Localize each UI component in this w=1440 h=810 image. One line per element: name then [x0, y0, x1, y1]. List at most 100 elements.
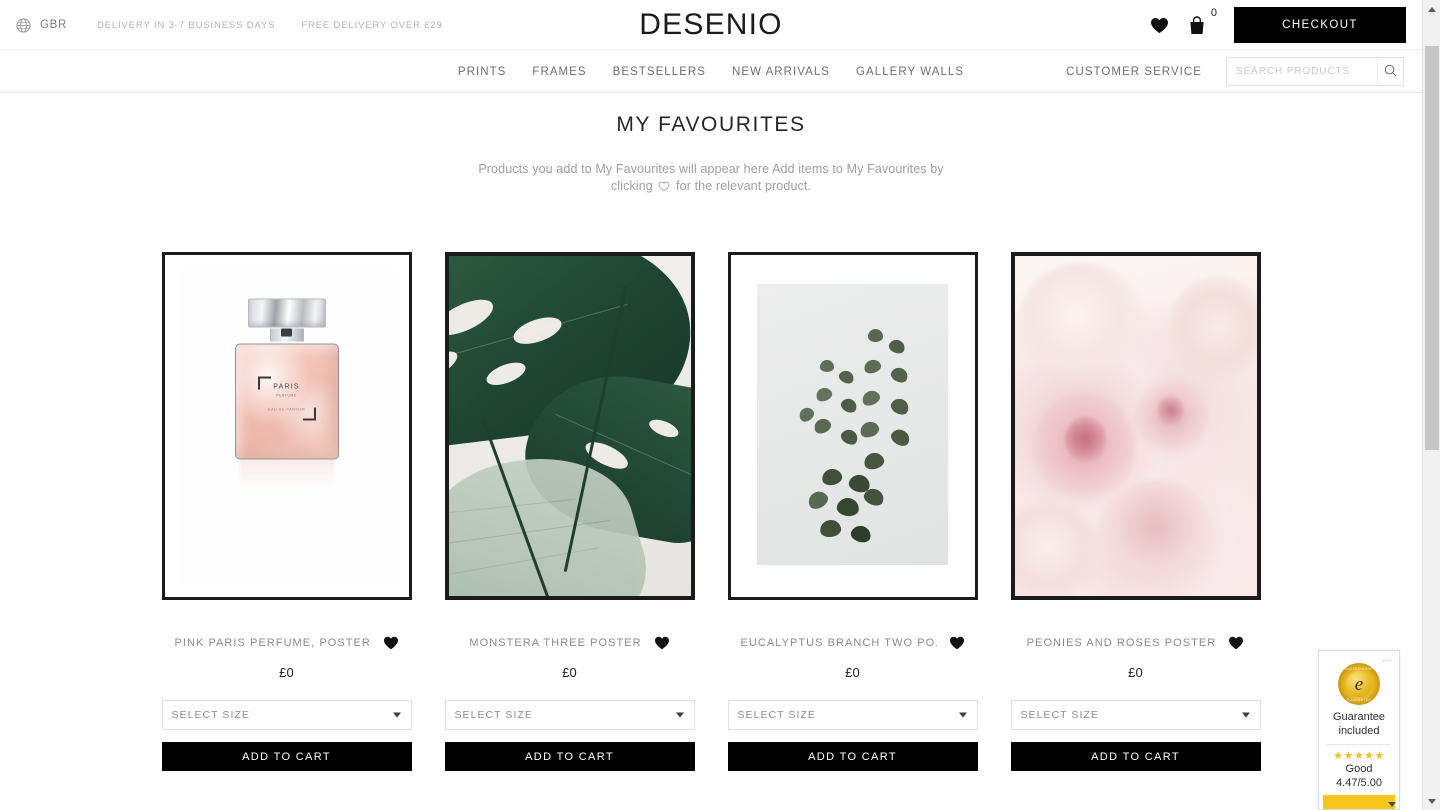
chevron-down-icon: [675, 712, 684, 718]
product-meta: EUCALYPTUS BRANCH TWO PO.. £0 SELECT SIZ…: [727, 635, 978, 771]
perfume-cap: [247, 298, 326, 328]
nav-item-gallery-walls[interactable]: GALLERY WALLS: [856, 66, 964, 78]
triangle-down-icon: [1428, 798, 1436, 804]
eucalyptus-leaf: [888, 365, 911, 386]
search-input[interactable]: [1227, 58, 1377, 85]
eucalyptus-leaf: [838, 396, 860, 416]
search-button[interactable]: [1377, 58, 1403, 85]
size-select[interactable]: SELECT SIZE: [444, 700, 695, 730]
wishlist-icon[interactable]: [1146, 12, 1172, 38]
product-card: EUCALYPTUS BRANCH TWO PO.. £0 SELECT SIZ…: [727, 252, 978, 771]
seal-text-top: TRUSTED SHOPS: [1341, 666, 1377, 671]
add-to-cart-button[interactable]: ADD TO CART: [161, 742, 412, 771]
product-name[interactable]: PINK PARIS PERFUME, POSTER: [175, 637, 371, 649]
rose-center: [1157, 395, 1184, 426]
size-select[interactable]: SELECT SIZE: [161, 700, 412, 730]
favourite-heart-icon[interactable]: [383, 636, 399, 650]
peony-petal: [1014, 500, 1097, 596]
product-name-row: MONSTERA THREE POSTER: [445, 635, 695, 651]
product-meta: PEONIES AND ROSES POSTER £0 SELECT SIZE …: [1010, 635, 1261, 771]
trusted-shops-seal-icon: TRUSTED SHOPS e GUARANTEE: [1338, 663, 1380, 705]
leaf-vein: [448, 547, 600, 576]
product-image-frame[interactable]: [727, 252, 978, 600]
product-card: PEONIES AND ROSES POSTER £0 SELECT SIZE …: [1010, 252, 1261, 771]
eucalyptus-leaf: [819, 359, 834, 372]
product-artwork-eucalyptus-branch-two: [743, 268, 962, 584]
product-name[interactable]: PEONIES AND ROSES POSTER: [1027, 637, 1217, 649]
eucalyptus-leaf: [862, 450, 886, 471]
product-artwork-peonies-and-roses: [1014, 256, 1257, 596]
nav-item-bestsellers[interactable]: BESTSELLERS: [613, 66, 706, 78]
badge-menu-dots-icon[interactable]: ...: [1382, 653, 1393, 663]
eucalyptus-leaf: [805, 487, 832, 512]
perfume-body: PARIS PERFUME EAU DE PARFUM: [234, 343, 339, 460]
scroll-down-button[interactable]: [1423, 792, 1440, 810]
cart-icon[interactable]: 0: [1184, 8, 1217, 38]
badge-guarantee-line2: included: [1338, 725, 1380, 737]
eucalyptus-leaf: [860, 387, 883, 408]
browser-viewport: GBR DELIVERY IN 3-7 BUSINESS DAYS FREE D…: [0, 0, 1440, 810]
add-to-cart-button[interactable]: ADD TO CART: [1010, 742, 1261, 771]
eucalyptus-leaf: [887, 337, 907, 356]
eucalyptus-leaf: [820, 467, 844, 488]
page-header: MY FAVOURITES Products you add to My Fav…: [0, 93, 1422, 196]
eucalyptus-leaf: [818, 518, 842, 539]
add-to-cart-button[interactable]: ADD TO CART: [444, 742, 695, 771]
peony-petal: [1096, 480, 1213, 596]
eucalyptus-leaf: [867, 328, 883, 342]
page-description: Products you add to My Favourites will a…: [471, 161, 951, 196]
size-select-label: SELECT SIZE: [737, 709, 816, 721]
product-name[interactable]: EUCALYPTUS BRANCH TWO PO..: [741, 637, 937, 649]
badge-guarantee-line1: Guarantee: [1333, 711, 1385, 723]
nav-item-frames[interactable]: FRAMES: [532, 66, 586, 78]
peony-petal: [1169, 276, 1257, 379]
perfume-label-line1: PARIS: [273, 383, 300, 391]
badge-collapse-icon[interactable]: [1388, 802, 1396, 807]
main-navigation-bar: PRINTS FRAMES BESTSELLERS NEW ARRIVALS G…: [0, 50, 1422, 93]
favourite-heart-icon[interactable]: [654, 636, 670, 650]
perfume-label-line2: PERFUME: [276, 393, 297, 398]
perfume-neck: [269, 328, 304, 342]
nav-item-prints[interactable]: PRINTS: [458, 66, 506, 78]
chevron-down-icon: [1241, 712, 1250, 718]
page-title: MY FAVOURITES: [616, 113, 806, 136]
size-select[interactable]: SELECT SIZE: [1010, 700, 1261, 730]
vertical-scrollbar[interactable]: [1422, 0, 1440, 810]
checkout-button[interactable]: CHECKOUT: [1234, 7, 1406, 43]
leaf-slit: [483, 357, 529, 390]
scrollbar-thumb[interactable]: [1425, 46, 1439, 450]
favourite-heart-icon[interactable]: [949, 636, 965, 650]
favourite-heart-icon[interactable]: [1228, 636, 1244, 650]
eucalyptus-leaf: [814, 385, 834, 404]
eucalyptus-leaf: [888, 426, 913, 449]
product-meta: PINK PARIS PERFUME, POSTER £0 SELECT SIZ…: [161, 635, 412, 771]
page-description-part2: for the relevant product.: [676, 178, 812, 193]
add-to-cart-button[interactable]: ADD TO CART: [727, 742, 978, 771]
product-name-row: EUCALYPTUS BRANCH TWO PO..: [728, 635, 978, 651]
product-image-frame[interactable]: [444, 252, 695, 600]
top-utility-bar: GBR DELIVERY IN 3-7 BUSINESS DAYS FREE D…: [0, 0, 1422, 50]
product-image-frame[interactable]: PARIS PERFUME EAU DE PARFUM: [161, 252, 412, 600]
eucalyptus-leaf: [848, 523, 873, 545]
eucalyptus-photo: [756, 283, 949, 566]
product-price: £0: [845, 665, 860, 680]
seal-letter: e: [1346, 671, 1372, 697]
product-name[interactable]: MONSTERA THREE POSTER: [469, 637, 641, 649]
eucalyptus-leaf: [858, 418, 882, 440]
product-name-row: PEONIES AND ROSES POSTER: [1011, 635, 1261, 651]
size-select-label: SELECT SIZE: [171, 709, 250, 721]
customer-service-link[interactable]: CUSTOMER SERVICE: [1066, 66, 1202, 78]
page-content: GBR DELIVERY IN 3-7 BUSINESS DAYS FREE D…: [0, 0, 1422, 810]
product-price: £0: [279, 665, 294, 680]
leaf-slit: [448, 292, 499, 342]
size-select[interactable]: SELECT SIZE: [727, 700, 978, 730]
trusted-shops-badge[interactable]: ... TRUSTED SHOPS e GUARANTEE Guarantee …: [1318, 650, 1400, 810]
nav-item-new-arrivals[interactable]: NEW ARRIVALS: [732, 66, 830, 78]
product-price: £0: [1128, 665, 1143, 680]
cart-count-badge: 0: [1210, 7, 1217, 19]
product-card: MONSTERA THREE POSTER £0 SELECT SIZE ADD…: [444, 252, 695, 771]
product-artwork-pink-paris-perfume: PARIS PERFUME EAU DE PARFUM: [177, 268, 396, 584]
nav-right-group: CUSTOMER SERVICE: [1066, 50, 1404, 93]
scroll-up-button[interactable]: [1423, 0, 1440, 18]
product-image-frame[interactable]: [1010, 252, 1261, 600]
